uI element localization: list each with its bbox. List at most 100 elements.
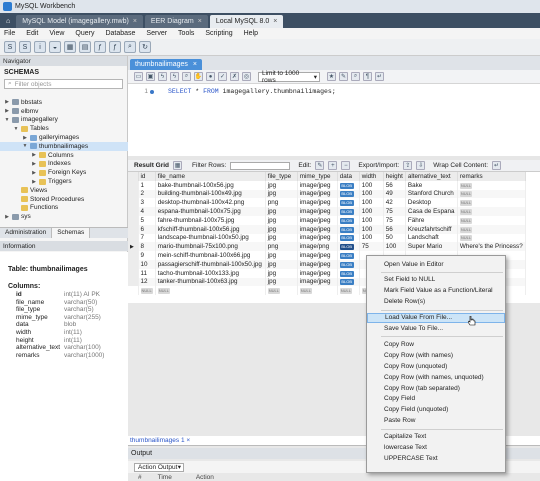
table-cell[interactable]: png xyxy=(265,242,298,252)
table-cell[interactable]: Super Mario xyxy=(405,242,458,252)
blob-cell[interactable]: BLOB xyxy=(337,268,360,278)
table-cell[interactable]: 56 xyxy=(383,224,406,234)
context-menu-item[interactable]: Set Field to NULL xyxy=(367,275,505,285)
table-cell[interactable]: 9 xyxy=(138,251,156,260)
tab-local-mysql[interactable]: Local MySQL 8.0 × xyxy=(209,15,284,28)
context-menu-item[interactable]: Copy Row (with names, unquoted) xyxy=(367,372,505,382)
table-cell[interactable]: 7 xyxy=(138,233,156,243)
table-cell[interactable]: jpg xyxy=(265,259,298,269)
menu-view[interactable]: View xyxy=(49,30,64,37)
blob-cell[interactable]: BLOB xyxy=(337,215,360,225)
tree-node[interactable]: ▶ Foreign Keys xyxy=(0,168,128,177)
menu-scripting[interactable]: Scripting xyxy=(205,30,232,37)
table-cell[interactable]: 1 xyxy=(138,180,156,190)
table-cell[interactable]: image/jpeg xyxy=(297,251,338,260)
autocommit-icon[interactable]: ◎ xyxy=(242,72,251,81)
tree-node[interactable]: ▶ Indexes xyxy=(0,160,128,169)
table-cell[interactable]: 100 xyxy=(359,207,384,216)
tree-node[interactable]: Functions xyxy=(0,204,128,213)
table-row[interactable]: 6 kfschiff-thumbnail-100x56.jpg jpg image/j… xyxy=(128,224,526,234)
table-cell[interactable]: NULL xyxy=(457,198,526,208)
blob-cell[interactable]: BLOB xyxy=(337,242,360,252)
tree-node[interactable]: ▼ thumbnailimages xyxy=(0,141,128,151)
table-cell[interactable]: Where's the Princess? xyxy=(457,242,526,252)
table-cell[interactable]: jpg xyxy=(265,251,298,260)
add-row-icon[interactable]: + xyxy=(328,161,338,170)
edit-row-icon[interactable]: ✎ xyxy=(315,161,325,170)
table-cell[interactable]: NULL xyxy=(155,286,266,296)
tab-schemas[interactable]: Schemas xyxy=(52,228,91,238)
column-header[interactable]: data xyxy=(337,172,360,181)
table-cell[interactable]: image/jpeg xyxy=(297,233,338,243)
reconnect-icon[interactable]: ↻ xyxy=(139,41,151,53)
table-cell[interactable]: 10 xyxy=(138,259,156,269)
table-cell[interactable]: jpg xyxy=(265,180,298,190)
row-marker[interactable] xyxy=(128,224,139,234)
table-cell[interactable]: passagierschiff-thumbnail-100x50.jpg xyxy=(155,259,266,269)
row-marker[interactable]: ▶ xyxy=(128,242,139,252)
execute-current-icon[interactable]: ϟ xyxy=(170,72,179,81)
column-header[interactable]: mime_type xyxy=(297,172,338,181)
expand-arrow-icon[interactable]: ▶ xyxy=(22,135,28,141)
beautify-icon[interactable]: ✎ xyxy=(339,72,348,81)
expand-arrow-icon[interactable]: ▶ xyxy=(4,214,10,220)
expand-arrow-icon[interactable]: ▶ xyxy=(31,179,37,185)
expand-arrow-icon[interactable]: ▶ xyxy=(31,152,37,158)
table-cell[interactable]: image/jpeg xyxy=(297,189,338,199)
context-menu-item[interactable]: Copy Row xyxy=(367,339,505,349)
expand-arrow-icon[interactable]: ▶ xyxy=(31,161,37,167)
row-marker[interactable] xyxy=(128,215,139,225)
table-row[interactable]: 1 bake-thumbnail-100x56.jpg jpg image/jpeg B… xyxy=(128,180,526,190)
table-cell[interactable]: NULL xyxy=(457,189,526,199)
table-cell[interactable]: NULL xyxy=(297,286,338,296)
table-row[interactable]: 3 desktop-thumbnail-100x42.png png image/jp… xyxy=(128,198,526,208)
blob-cell[interactable]: BLOB xyxy=(337,180,360,190)
table-cell[interactable]: 100 xyxy=(359,198,384,208)
row-marker[interactable] xyxy=(128,268,139,278)
context-menu-item[interactable]: Copy Field xyxy=(367,394,505,404)
table-cell[interactable]: fahre-thumbnail-100x75.jpg xyxy=(155,215,266,225)
table-row[interactable]: ▶ 8 mario-thumbnail-75x100.png png image/png… xyxy=(128,242,526,252)
table-cell[interactable]: mein-schiff-thumbnail-100x66.jpg xyxy=(155,251,266,260)
wrap-lines-icon[interactable]: ↵ xyxy=(375,72,384,81)
execute-icon[interactable]: ϟ xyxy=(158,72,167,81)
table-cell[interactable]: jpg xyxy=(265,224,298,234)
context-menu-item[interactable]: Open Value in Editor xyxy=(367,259,505,269)
blob-cell[interactable]: BLOB xyxy=(337,224,360,234)
expand-arrow-icon[interactable]: ▼ xyxy=(22,143,28,149)
table-cell[interactable]: 100 xyxy=(383,242,406,252)
create-view-icon[interactable]: ▤ xyxy=(79,41,91,53)
row-marker[interactable] xyxy=(128,180,139,190)
open-sql-script-icon[interactable]: S xyxy=(19,41,31,53)
table-cell[interactable]: image/jpeg xyxy=(297,224,338,234)
table-cell[interactable]: image/jpeg xyxy=(297,259,338,269)
table-cell[interactable]: png xyxy=(265,198,298,208)
table-cell[interactable]: 50 xyxy=(383,233,406,243)
table-cell[interactable]: image/jpeg xyxy=(297,180,338,190)
row-marker[interactable] xyxy=(128,189,139,199)
table-cell[interactable]: NULL xyxy=(265,286,298,296)
table-cell[interactable]: 100 xyxy=(359,180,384,190)
table-cell[interactable]: NULL xyxy=(457,207,526,216)
table-cell[interactable]: 56 xyxy=(383,180,406,190)
filter-rows-input[interactable] xyxy=(230,161,291,170)
create-function-icon[interactable]: ƒ xyxy=(109,41,121,53)
context-menu-item[interactable]: lowercase Text xyxy=(367,443,505,453)
table-cell[interactable]: NULL xyxy=(337,286,360,296)
tree-node[interactable]: Stored Procedures xyxy=(0,195,128,204)
table-cell[interactable]: 3 xyxy=(138,198,156,208)
tab-administration[interactable]: Administration xyxy=(0,228,53,238)
open-file-icon[interactable]: ▭ xyxy=(134,72,143,81)
editor-tab[interactable]: thumbnailimages × xyxy=(130,59,203,70)
table-cell[interactable]: jpg xyxy=(265,207,298,216)
save-icon[interactable]: ▣ xyxy=(146,72,155,81)
column-header[interactable]: alternative_text xyxy=(405,172,458,181)
favorite-icon[interactable]: ★ xyxy=(327,72,336,81)
table-cell[interactable]: image/jpeg xyxy=(297,198,338,208)
table-cell[interactable]: jpg xyxy=(265,233,298,243)
close-icon[interactable]: × xyxy=(133,18,137,25)
table-cell[interactable]: 100 xyxy=(359,224,384,234)
table-cell[interactable]: image/jpeg xyxy=(297,277,338,287)
table-cell[interactable]: espana-thumbnail-100x75.jpg xyxy=(155,207,266,216)
tree-node[interactable]: ▶ galleryimages xyxy=(0,133,128,142)
